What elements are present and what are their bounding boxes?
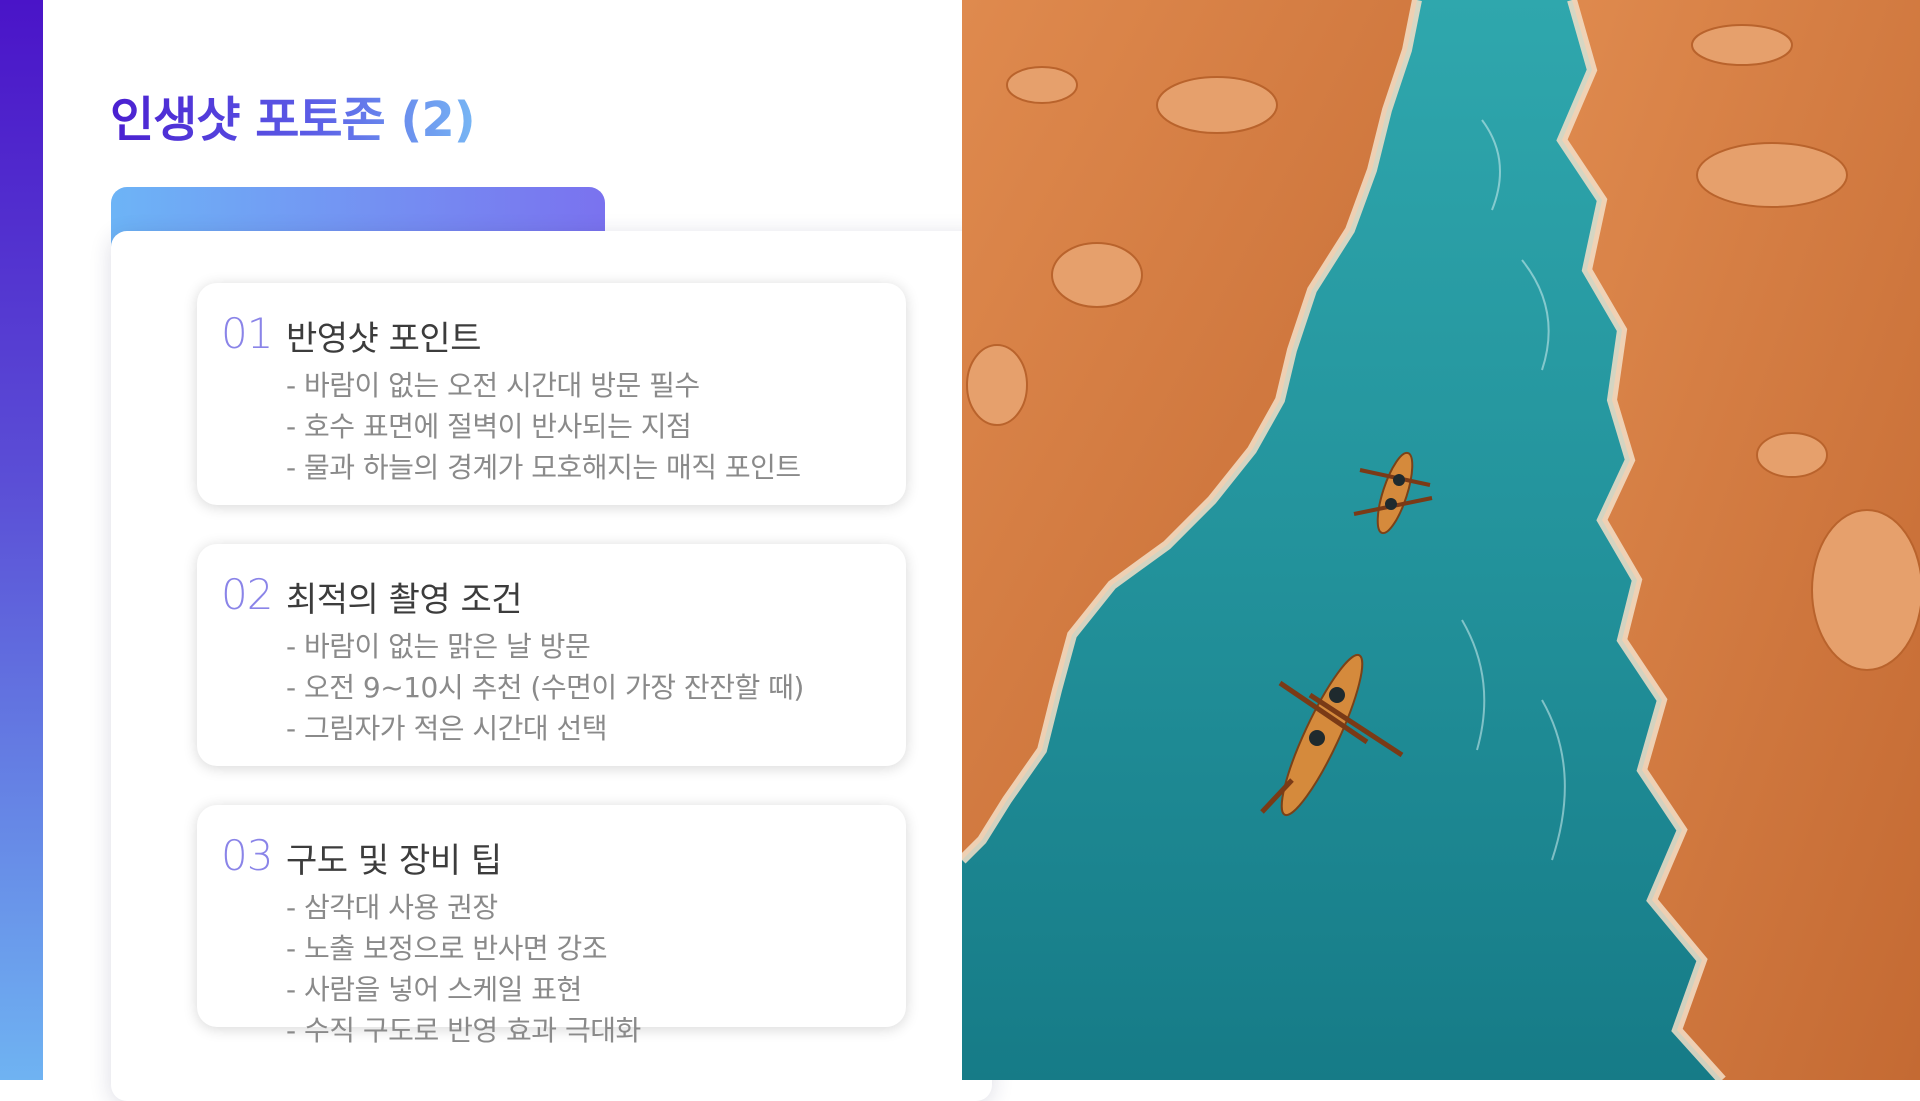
card-bullet: - 바람이 없는 맑은 날 방문: [286, 630, 591, 663]
card-bullet: - 호수 표면에 절벽이 반사되는 지점: [286, 410, 692, 443]
card-bullet: - 수직 구도로 반영 효과 극대화: [286, 1014, 641, 1047]
card-bullet: - 그림자가 적은 시간대 선택: [286, 712, 608, 745]
card-heading: 반영샷 포인트: [286, 319, 482, 359]
card-heading: 최적의 촬영 조건: [286, 580, 523, 620]
card-bullet: - 노출 보정으로 반사면 강조: [286, 932, 608, 965]
card-bullet-list: - 바람이 없는 오전 시간대 방문 필수 - 호수 표면에 절벽이 반사되는 …: [286, 365, 801, 488]
accent-bar: [0, 0, 43, 1080]
card-reflection-point: 01 반영샷 포인트 - 바람이 없는 오전 시간대 방문 필수 - 호수 표면…: [197, 283, 906, 505]
card-number: 02: [221, 570, 273, 619]
slide-title: 인생샷 포토존 (2): [110, 80, 476, 150]
card-bullet: - 사람을 넣어 스케일 표현: [286, 973, 582, 1006]
canyon-river-photo: [962, 0, 1920, 1080]
card-shooting-conditions: 02 최적의 촬영 조건 - 바람이 없는 맑은 날 방문 - 오전 9~10시…: [197, 544, 906, 766]
card-bullet-list: - 바람이 없는 맑은 날 방문 - 오전 9~10시 추천 (수면이 가장 잔…: [286, 626, 804, 749]
card-heading: 구도 및 장비 팁: [286, 841, 502, 881]
card-bullet: - 바람이 없는 오전 시간대 방문 필수: [286, 369, 700, 402]
card-bullet: - 삼각대 사용 권장: [286, 891, 498, 924]
card-bullet: - 물과 하늘의 경계가 모호해지는 매직 포인트: [286, 451, 801, 484]
card-bullet: - 오전 9~10시 추천 (수면이 가장 잔잔할 때): [286, 671, 804, 704]
card-bullet-list: - 삼각대 사용 권장 - 노출 보정으로 반사면 강조 - 사람을 넣어 스케…: [286, 887, 641, 1051]
card-number: 01: [221, 309, 273, 358]
card-composition-tips: 03 구도 및 장비 팁 - 삼각대 사용 권장 - 노출 보정으로 반사면 강…: [197, 805, 906, 1047]
card-number: 03: [221, 831, 273, 880]
